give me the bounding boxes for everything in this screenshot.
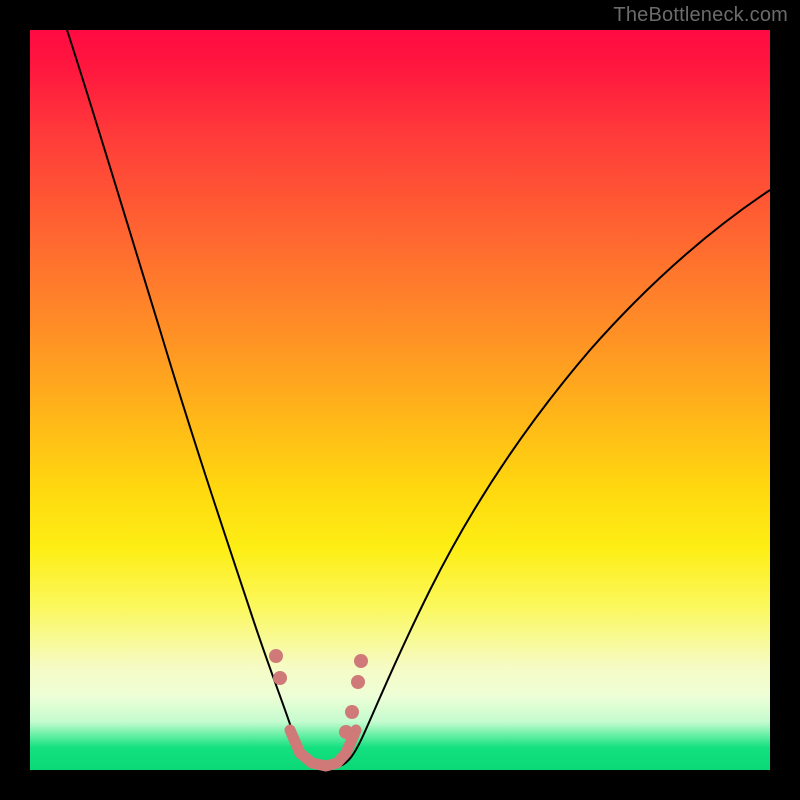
highlight-dot (354, 654, 368, 668)
highlight-dot (345, 705, 359, 719)
chart-frame: TheBottleneck.com (0, 0, 800, 800)
watermark-text: TheBottleneck.com (613, 4, 788, 27)
highlight-dot (269, 649, 283, 663)
highlight-dot (273, 671, 287, 685)
curve-layer (30, 30, 770, 770)
plot-area (30, 30, 770, 770)
highlight-dot (339, 725, 353, 739)
curve-right-arm (340, 190, 770, 766)
highlight-dot (351, 675, 365, 689)
